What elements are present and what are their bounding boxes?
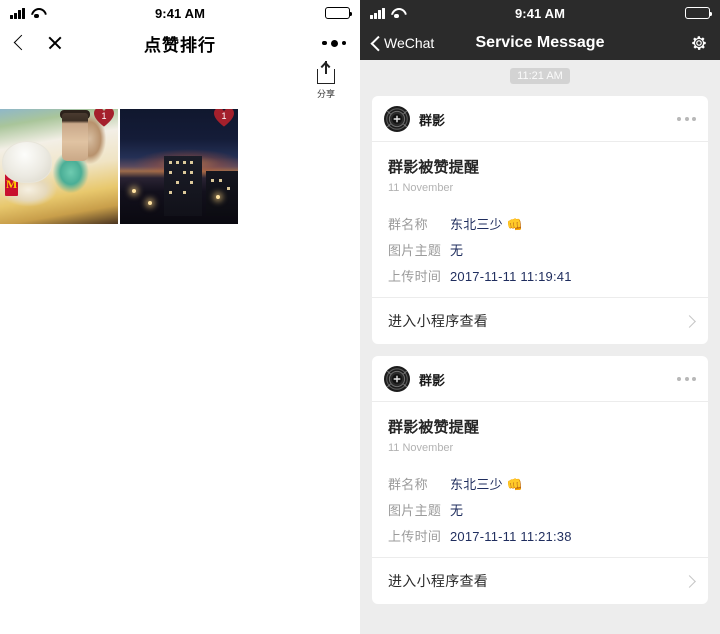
timestamp-row: 11:21 AM: [360, 60, 720, 84]
thumbnail-item[interactable]: 1: [120, 109, 238, 224]
thumbnail-item[interactable]: 1: [0, 109, 118, 224]
field-row: 群名称 东北三少 👊: [388, 214, 692, 233]
field-value: 无: [450, 503, 464, 518]
open-miniprogram-link[interactable]: 进入小程序查看: [372, 557, 708, 604]
field-row: 上传时间 2017-11-11 11:19:41: [388, 266, 692, 285]
left-phone-panel: 9:41 AM 点赞排行 分享 M 1 1: [0, 0, 360, 634]
card-body: 群影被赞提醒 11 November 群名称 东北三少 👊 图片主题 无 上传时…: [372, 142, 708, 297]
camera-lens-avatar-icon: [384, 106, 410, 132]
field-key: 图片主题: [388, 243, 442, 258]
heart-badge-icon: 1: [214, 109, 234, 127]
field-key: 群名称: [388, 217, 428, 232]
share-upload-icon: [316, 60, 336, 84]
card-date: 11 November: [388, 182, 454, 194]
card-body: 群影被赞提醒 11 November 群名称 东北三少 👊 图片主题 无 上传时…: [372, 402, 708, 557]
timestamp-chip: 11:21 AM: [510, 68, 570, 84]
more-options-button[interactable]: [322, 39, 346, 47]
thumbnail-grid: 1 1: [0, 109, 238, 224]
heart-badge-icon: 1: [94, 109, 114, 127]
field-row: 图片主题 无: [388, 500, 692, 519]
more-dots-icon: [677, 117, 681, 121]
status-time: 9:41 AM: [154, 5, 206, 21]
share-button[interactable]: 分享: [302, 60, 350, 100]
badge-count: 1: [101, 111, 107, 121]
card-header: 群影: [372, 96, 708, 142]
left-nav-icons: [14, 34, 63, 52]
battery-icon: [685, 7, 713, 19]
field-key: 上传时间: [388, 269, 442, 284]
chevron-left-icon: [14, 34, 25, 52]
footer-label: 进入小程序查看: [388, 313, 489, 329]
field-value: 2017-11-11 11:19:41: [450, 269, 572, 284]
field-row: 群名称 东北三少 👊: [388, 474, 692, 493]
field-key: 图片主题: [388, 503, 442, 518]
more-dots-icon: [322, 40, 327, 46]
more-dots-icon: [677, 377, 681, 381]
field-row: 上传时间 2017-11-11 11:21:38: [388, 526, 692, 545]
field-key: 群名称: [388, 477, 428, 492]
back-to-wechat-button[interactable]: WeChat: [372, 35, 434, 51]
card-title: 群影被赞提醒: [388, 159, 480, 176]
left-nav-bar: 点赞排行: [0, 26, 360, 60]
card-menu-button[interactable]: [677, 117, 696, 121]
chevron-left-icon: [372, 36, 381, 51]
field-value: 东北三少 👊: [450, 217, 523, 232]
share-label: 分享: [316, 89, 335, 99]
card-app-name: 群影: [419, 112, 446, 128]
field-value: 东北三少 👊: [450, 477, 523, 492]
left-status-bar: 9:41 AM: [0, 0, 360, 26]
message-list: 群影 群影被赞提醒 11 November 群名称 东北三少 👊 图片主题 无 …: [360, 84, 720, 604]
status-right-group: [325, 7, 353, 19]
field-value: 无: [450, 243, 464, 258]
open-miniprogram-link[interactable]: 进入小程序查看: [372, 297, 708, 344]
card-app-name: 群影: [419, 372, 446, 388]
card-date: 11 November: [388, 442, 454, 454]
chevron-right-icon: [685, 314, 694, 328]
footer-label: 进入小程序查看: [388, 573, 489, 589]
close-button[interactable]: [47, 35, 63, 51]
gear-icon: [692, 36, 707, 50]
close-icon: [47, 35, 63, 51]
camera-lens-avatar-icon: [384, 366, 410, 392]
right-status-bar: 9:41 AM: [360, 0, 720, 26]
card-fields: 群名称 东北三少 👊 图片主题 无 上传时间 2017-11-11 11:19:…: [388, 214, 692, 285]
dual-phone-screenshot: 9:41 AM 点赞排行 分享 M 1 1 9:41 AM WeChat Ser…: [0, 0, 720, 634]
field-key: 上传时间: [388, 529, 442, 544]
card-fields: 群名称 东北三少 👊 图片主题 无 上传时间 2017-11-11 11:21:…: [388, 474, 692, 545]
badge-count: 1: [221, 111, 227, 121]
right-nav-bar: WeChat Service Message: [360, 26, 720, 60]
field-row: 图片主题 无: [388, 240, 692, 259]
card-menu-button[interactable]: [677, 377, 696, 381]
settings-button[interactable]: [690, 34, 708, 52]
right-phone-panel: 9:41 AM WeChat Service Message 11:21 AM: [360, 0, 720, 634]
card-title: 群影被赞提醒: [388, 419, 480, 436]
status-right-group: [685, 7, 713, 19]
message-card: 群影 群影被赞提醒 11 November 群名称 东北三少 👊 图片主题 无 …: [372, 96, 708, 344]
back-button[interactable]: [14, 34, 25, 52]
battery-icon: [325, 7, 353, 19]
field-value: 2017-11-11 11:21:38: [450, 529, 572, 544]
back-label: WeChat: [384, 35, 435, 51]
message-card: 群影 群影被赞提醒 11 November 群名称 东北三少 👊 图片主题 无 …: [372, 356, 708, 604]
chevron-right-icon: [685, 574, 694, 588]
status-time: 9:41 AM: [514, 5, 566, 21]
card-header: 群影: [372, 356, 708, 402]
